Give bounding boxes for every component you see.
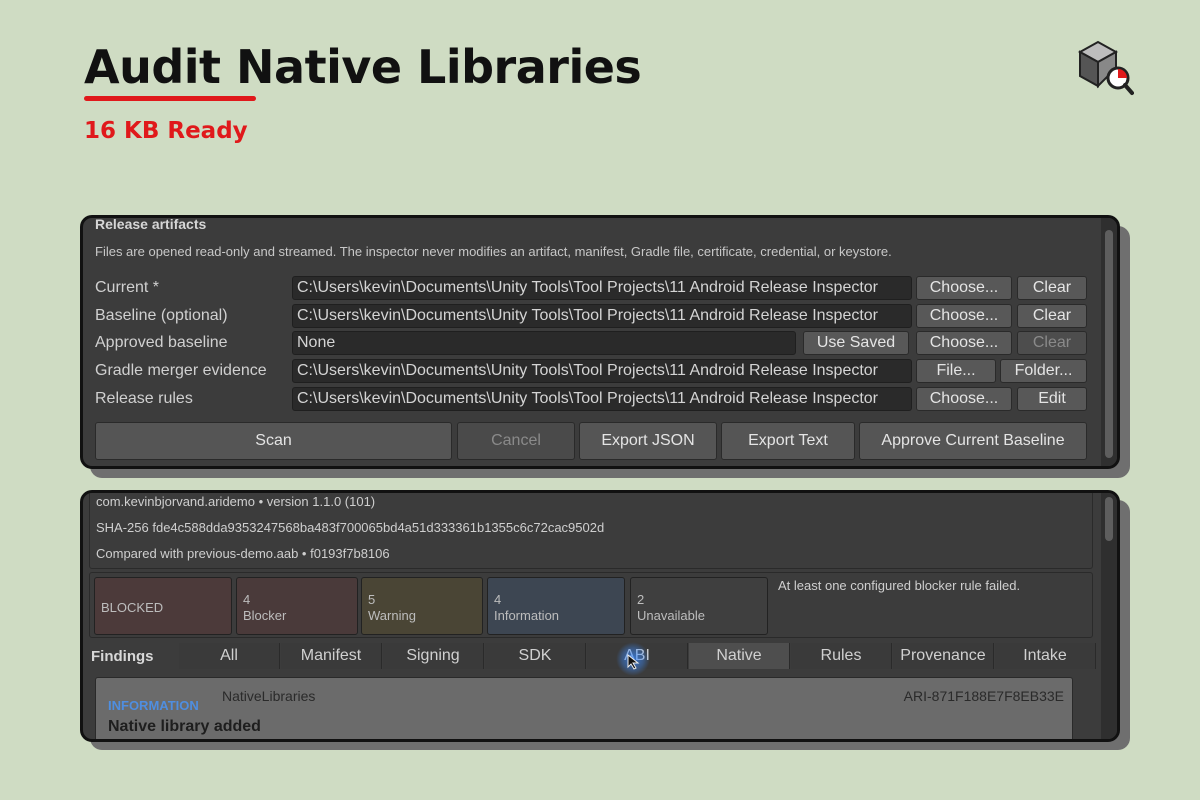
- warning-card[interactable]: 5 Warning: [361, 577, 483, 635]
- export-json-button[interactable]: Export JSON: [579, 422, 717, 460]
- findings-tabs: Findings All Manifest Signing SDK ABI Na…: [83, 643, 1097, 673]
- approved-choose-button[interactable]: Choose...: [916, 331, 1012, 355]
- rules-edit-button[interactable]: Edit: [1017, 387, 1087, 411]
- section-title: Release artifacts: [95, 216, 207, 232]
- page-subtitle: 16 KB Ready: [84, 118, 248, 144]
- information-count: 4: [494, 592, 502, 607]
- page-title: Audit Native Libraries: [84, 40, 642, 94]
- finding-category: NativeLibraries: [222, 688, 316, 704]
- tab-rules[interactable]: Rules: [791, 643, 892, 669]
- blocker-label: Blocker: [243, 608, 287, 623]
- blocker-card[interactable]: 4 Blocker: [236, 577, 358, 635]
- status-message: At least one configured blocker rule fai…: [778, 578, 1021, 593]
- unavailable-label: Unavailable: [637, 608, 705, 623]
- release-rules-label: Release rules: [95, 390, 193, 407]
- baseline-choose-button[interactable]: Choose...: [916, 304, 1012, 328]
- report-metadata: com.kevinbjorvand.aridemo • version 1.1.…: [89, 493, 1093, 569]
- baseline-path-field[interactable]: C:\Users\kevin\Documents\Unity Tools\Too…: [292, 304, 912, 328]
- verdict-card: BLOCKED: [94, 577, 232, 635]
- approved-baseline-label: Approved baseline: [95, 334, 228, 351]
- gradle-evidence-row: Gradle merger evidence C:\Users\kevin\Do…: [83, 359, 1117, 385]
- package-info: com.kevinbjorvand.aridemo • version 1.1.…: [96, 494, 376, 509]
- title-underline: [84, 96, 256, 101]
- artifacts-panel: Release artifacts Files are opened read-…: [80, 215, 1120, 469]
- use-saved-button[interactable]: Use Saved: [803, 331, 909, 355]
- findings-label: Findings: [91, 648, 154, 665]
- tab-native[interactable]: Native: [689, 643, 790, 669]
- gradle-file-button[interactable]: File...: [916, 359, 996, 383]
- baseline-row: Baseline (optional) C:\Users\kevin\Docum…: [83, 304, 1117, 330]
- current-label: Current *: [95, 279, 160, 296]
- current-choose-button[interactable]: Choose...: [916, 276, 1012, 300]
- rules-choose-button[interactable]: Choose...: [916, 387, 1012, 411]
- warning-count: 5: [368, 592, 376, 607]
- package-search-icon: [1077, 40, 1134, 95]
- section-description: Files are opened read-only and streamed.…: [95, 244, 892, 259]
- report-scrollbar[interactable]: [1101, 493, 1117, 739]
- finding-id: ARI-871F188E7F8EB33E: [903, 688, 1064, 704]
- current-path-field[interactable]: C:\Users\kevin\Documents\Unity Tools\Too…: [292, 276, 912, 300]
- blocker-count: 4: [243, 592, 251, 607]
- verdict-label: BLOCKED: [101, 600, 164, 615]
- information-card[interactable]: 4 Information: [487, 577, 625, 635]
- release-rules-path-field[interactable]: C:\Users\kevin\Documents\Unity Tools\Too…: [292, 387, 912, 411]
- severity-badge: INFORMATION: [108, 698, 199, 713]
- unavailable-card[interactable]: 2 Unavailable: [630, 577, 768, 635]
- gradle-evidence-path-field[interactable]: C:\Users\kevin\Documents\Unity Tools\Too…: [292, 359, 912, 383]
- tab-manifest[interactable]: Manifest: [281, 643, 382, 669]
- scan-button[interactable]: Scan: [95, 422, 452, 460]
- gradle-folder-button[interactable]: Folder...: [1000, 359, 1087, 383]
- tab-all[interactable]: All: [179, 643, 280, 669]
- gradle-evidence-label: Gradle merger evidence: [95, 362, 267, 379]
- approved-baseline-field[interactable]: None: [292, 331, 796, 355]
- unavailable-count: 2: [637, 592, 645, 607]
- artifacts-scrollbar[interactable]: [1101, 218, 1117, 466]
- status-summary: BLOCKED 4 Blocker 5 Warning 4 Informatio…: [89, 572, 1093, 638]
- sha256-info: SHA-256 fde4c588dda9353247568ba483f70006…: [96, 520, 605, 535]
- report-scroll-thumb[interactable]: [1105, 497, 1113, 541]
- warning-label: Warning: [368, 608, 416, 623]
- approved-clear-button[interactable]: Clear: [1017, 331, 1087, 355]
- current-clear-button[interactable]: Clear: [1017, 276, 1087, 300]
- tab-provenance[interactable]: Provenance: [893, 643, 994, 669]
- mouse-cursor-icon: [627, 654, 640, 670]
- approve-baseline-button[interactable]: Approve Current Baseline: [859, 422, 1087, 460]
- baseline-clear-button[interactable]: Clear: [1017, 304, 1087, 328]
- finding-item[interactable]: INFORMATION NativeLibraries ARI-871F188E…: [95, 677, 1073, 739]
- baseline-label: Baseline (optional): [95, 307, 228, 324]
- export-text-button[interactable]: Export Text: [721, 422, 855, 460]
- finding-title: Native library added: [108, 718, 261, 735]
- release-rules-row: Release rules C:\Users\kevin\Documents\U…: [83, 387, 1117, 413]
- tab-signing[interactable]: Signing: [383, 643, 484, 669]
- current-row: Current * C:\Users\kevin\Documents\Unity…: [83, 276, 1117, 302]
- cancel-button[interactable]: Cancel: [457, 422, 575, 460]
- tab-intake[interactable]: Intake: [995, 643, 1096, 669]
- tab-sdk[interactable]: SDK: [485, 643, 586, 669]
- information-label: Information: [494, 608, 560, 623]
- artifacts-scroll-thumb[interactable]: [1105, 230, 1113, 458]
- report-panel: com.kevinbjorvand.aridemo • version 1.1.…: [80, 490, 1120, 742]
- approved-baseline-row: Approved baseline None Use Saved Choose.…: [83, 331, 1117, 357]
- compared-info: Compared with previous-demo.aab • f0193f…: [96, 546, 390, 561]
